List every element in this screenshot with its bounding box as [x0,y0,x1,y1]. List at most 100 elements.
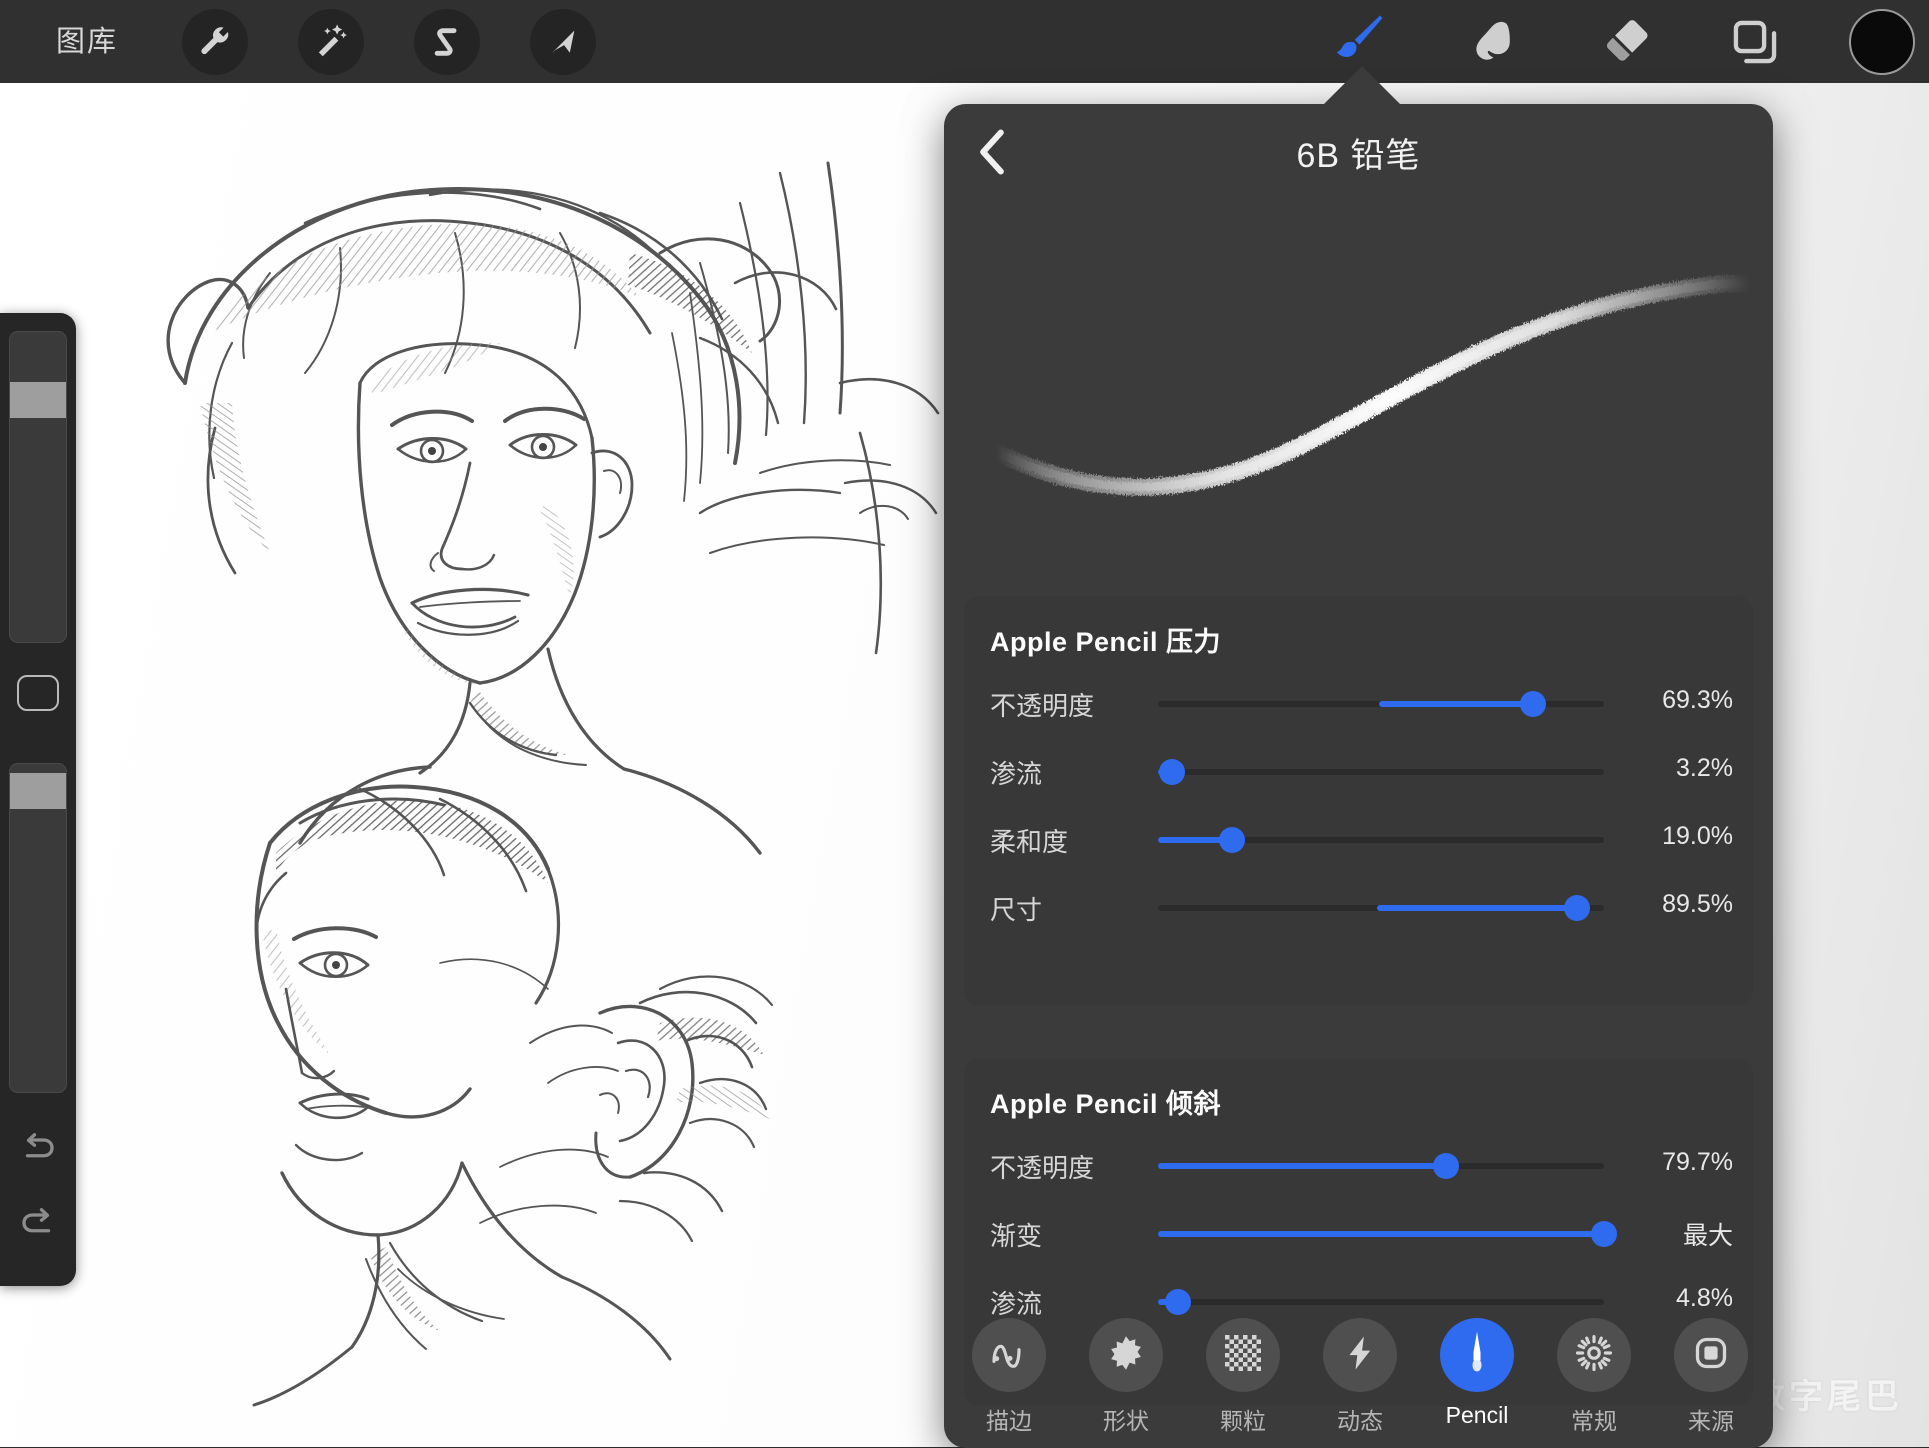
brush-stroke-preview [944,200,1773,574]
gear-icon [1575,1334,1613,1377]
slider-thumb[interactable] [1433,1153,1459,1179]
tab-pencil[interactable]: Pencil [1418,1318,1536,1442]
arrow-transform-icon [546,25,580,59]
row-value: 3.2% [1676,754,1733,783]
tab-label: 描边 [986,1402,1032,1436]
slider-track[interactable] [1158,701,1604,707]
tab-label: 颗粒 [1220,1402,1266,1436]
magic-wand-icon [313,24,349,60]
slider-row-pressure-bleed[interactable]: 渗流 3.2% [964,750,1753,794]
row-label: 不透明度 [990,686,1094,723]
slider-track[interactable] [1158,837,1604,843]
slider-thumb[interactable] [1564,895,1590,921]
slider-track[interactable] [1158,1299,1604,1305]
tab-label: 动态 [1337,1402,1383,1436]
slider-fill [1377,905,1578,911]
slider-row-pressure-size[interactable]: 尺寸 89.5% [964,886,1753,930]
slider-track[interactable] [1158,769,1604,775]
selection-button[interactable] [414,9,480,75]
slider-fill [1158,1163,1446,1169]
section-title-tilt: Apple Pencil 倾斜 [990,1082,1221,1121]
section-title-pressure: Apple Pencil 压力 [990,620,1221,659]
tab-icon [1206,1318,1280,1392]
row-label: 不透明度 [990,1148,1094,1185]
pencil-tip-icon [1460,1331,1494,1380]
brush-settings-tabbar: 描边 形状 [944,1308,1773,1448]
slider-row-tilt-opacity[interactable]: 不透明度 79.7% [964,1144,1753,1188]
modify-button[interactable] [17,675,59,711]
slider-thumb[interactable] [1159,759,1185,785]
brush-size-slider[interactable] [9,331,67,643]
tab-dynamics[interactable]: 动态 [1301,1318,1419,1442]
row-value: 19.0% [1662,822,1733,851]
tab-general[interactable]: 常规 [1535,1318,1653,1442]
stroke-wave-icon [989,1333,1029,1378]
tab-icon [1323,1318,1397,1392]
slider-thumb[interactable] [1520,691,1546,717]
tab-stroke[interactable]: 描边 [950,1318,1068,1442]
tab-grain[interactable]: 颗粒 [1184,1318,1302,1442]
panel-title: 6B 铅笔 [944,128,1773,177]
smudge-tool-button[interactable] [1460,9,1526,75]
top-toolbar: 图库 [0,0,1929,83]
row-label: 渐变 [990,1216,1042,1253]
s-selection-icon [430,25,464,59]
tab-label: 常规 [1571,1402,1617,1436]
left-sidebar [0,313,76,1286]
brush-opacity-slider[interactable] [9,763,67,1093]
brush-size-thumb[interactable] [10,382,66,418]
source-square-icon [1693,1335,1729,1376]
shape-star-icon [1107,1334,1145,1377]
layers-button[interactable] [1722,9,1788,75]
erase-tool-button[interactable] [1592,9,1658,75]
slider-thumb[interactable] [1591,1221,1617,1247]
slider-track[interactable] [1158,1231,1604,1237]
gallery-button[interactable]: 图库 [56,18,118,60]
slider-fill [1158,1231,1604,1237]
wrench-icon [197,24,233,60]
color-swatch-button[interactable] [1849,9,1915,75]
redo-button[interactable] [12,1198,64,1250]
row-label: 尺寸 [990,890,1042,927]
slider-row-pressure-softness[interactable]: 柔和度 19.0% [964,818,1753,862]
slider-track[interactable] [1158,905,1604,911]
adjustments-wand-button[interactable] [298,9,364,75]
row-value: 89.5% [1662,890,1733,919]
tab-icon [972,1318,1046,1392]
brush-settings-panel: 6B 铅笔 [944,104,1773,1448]
row-label: 柔和度 [990,822,1068,859]
tab-label: 形状 [1103,1402,1149,1436]
slider-fill [1379,701,1533,707]
tab-icon [1674,1318,1748,1392]
grain-checker-icon [1225,1335,1261,1376]
slider-row-tilt-gradation[interactable]: 渐变 最大 [964,1212,1753,1256]
tab-label: 来源 [1688,1402,1734,1436]
tab-shape[interactable]: 形状 [1067,1318,1185,1442]
tab-label: Pencil [1446,1402,1509,1429]
slider-thumb[interactable] [1219,827,1245,853]
section-apple-pencil-pressure: Apple Pencil 压力 不透明度 69.3% 渗流 3.2% 柔和度 1 [964,596,1753,1006]
panel-header: 6B 铅笔 [944,104,1773,200]
tab-icon [1557,1318,1631,1392]
redo-arrow-icon [17,1201,59,1248]
paintbrush-icon [1330,12,1390,72]
undo-arrow-icon [17,1126,59,1173]
actions-wrench-button[interactable] [182,9,248,75]
smudge-finger-icon [1465,14,1521,70]
row-value: 69.3% [1662,686,1733,715]
dynamics-bolt-icon [1342,1335,1378,1376]
transform-button[interactable] [530,9,596,75]
eraser-icon [1598,15,1652,69]
layers-icon [1729,16,1781,68]
tab-source[interactable]: 来源 [1652,1318,1770,1442]
slider-row-pressure-opacity[interactable]: 不透明度 69.3% [964,682,1753,726]
tab-icon [1089,1318,1163,1392]
undo-button[interactable] [12,1123,64,1175]
row-label: 渗流 [990,754,1042,791]
row-value: 79.7% [1662,1148,1733,1177]
panel-pointer-arrow [1323,66,1401,105]
brush-opacity-thumb[interactable] [10,773,66,809]
slider-track[interactable] [1158,1163,1604,1169]
row-value: 最大 [1683,1216,1733,1252]
tab-icon [1440,1318,1514,1392]
